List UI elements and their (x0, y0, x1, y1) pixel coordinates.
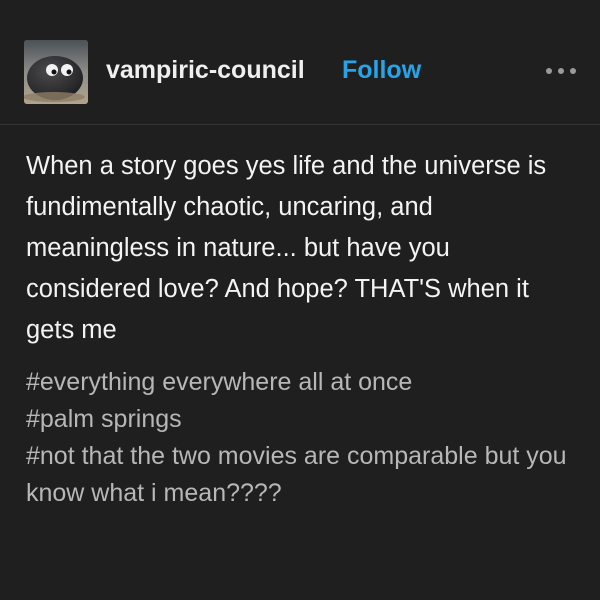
more-dot (570, 68, 576, 74)
tag-not-comparable[interactable]: #not that the two movies are comparable … (26, 438, 574, 512)
post-body-text: When a story goes yes life and the unive… (26, 152, 547, 344)
tumblr-post-card: vampiric-council Follow When a story goe… (0, 0, 600, 600)
avatar[interactable] (24, 40, 88, 104)
post-tags: #everything everywhere all at once #palm… (26, 364, 574, 512)
more-dot (558, 68, 564, 74)
more-dots-icon[interactable] (546, 66, 576, 76)
tag-palm-springs[interactable]: #palm springs (26, 401, 574, 438)
post-header: vampiric-council Follow (24, 40, 576, 104)
more-dot (546, 68, 552, 74)
stone-avatar-icon (24, 40, 88, 104)
follow-button[interactable]: Follow (342, 54, 421, 86)
header-divider (0, 124, 600, 125)
blog-username[interactable]: vampiric-council (106, 54, 305, 86)
tag-everything-everywhere-all-at-once[interactable]: #everything everywhere all at once (26, 364, 574, 401)
